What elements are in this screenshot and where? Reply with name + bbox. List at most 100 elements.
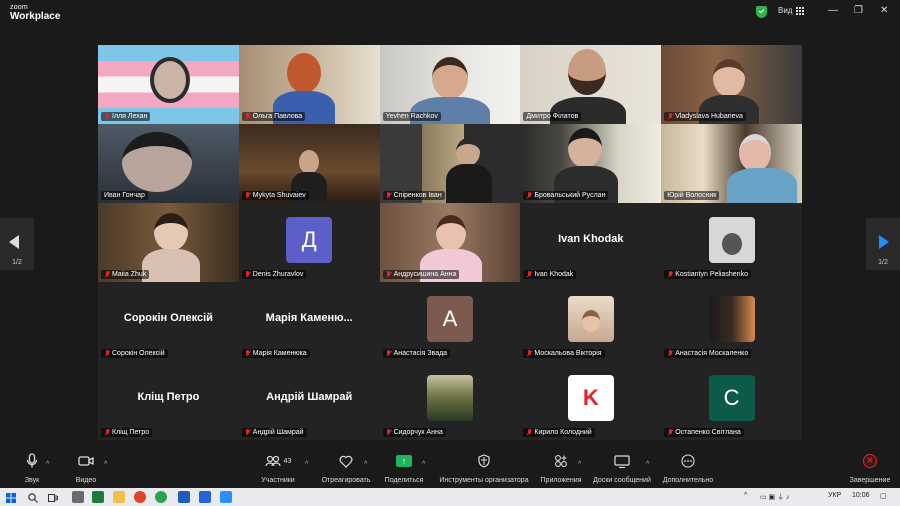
excel-app-icon[interactable] [92,491,104,503]
more-button[interactable]: Дополнительно [660,452,716,484]
participant-tile[interactable]: Андрій Шамрай Андрій Шамрай [238,361,380,440]
file-explorer-app-icon[interactable] [72,491,84,503]
clock[interactable]: 10:06 [852,492,870,499]
participant-label: Бровальський Руслан [523,191,609,200]
prev-page-button[interactable]: 1/2 [0,218,34,270]
word-app-icon[interactable] [178,491,190,503]
participant-tile[interactable]: Москальова Вікторія [520,282,662,361]
participants-count: 43 [283,457,292,465]
end-meeting-button[interactable]: ✕ Завершение [848,452,892,484]
participant-name: Yevhen Rachkov [385,113,438,120]
participant-tile-active-speaker[interactable]: Yevhen Rachkov [379,45,521,124]
participant-name: Denis Zhuravlov [252,271,304,278]
participant-name: Maiia Zhuk [112,271,147,278]
encryption-shield-icon[interactable] [756,6,767,18]
participants-button[interactable]: 43 Участники [258,452,298,484]
participants-label: Участники [261,477,295,484]
participant-tile[interactable]: Ольга Павлова [238,45,380,124]
participant-display-name: Сорокін Олексій [123,312,213,324]
restore-button[interactable]: ❐ [854,5,863,16]
participant-tile[interactable]: Кліщ Петро Кліщ Петро [98,361,239,440]
participant-tile[interactable]: Дмитро Філатов [520,45,662,124]
participant-tile[interactable]: Сорокін Олексій Сорокін Олексій [98,282,239,361]
notifications-icon[interactable]: ▢ [880,492,887,500]
participant-name: Ольга Павлова [252,113,303,120]
participants-options-caret-icon[interactable]: ^ [305,461,308,468]
zoom-window: zoom Workplace Вид — ❐ ✕ 1/2 1/2 Ілля Ле… [0,0,900,506]
participant-tile[interactable]: Иван Гончар [98,124,239,203]
mic-muted-icon [245,429,251,436]
mic-muted-icon [104,350,110,357]
participant-tile[interactable]: Kostiantyn Peliashenko [661,203,802,282]
chrome-app-icon[interactable] [134,491,146,503]
task-view-icon[interactable] [47,491,59,503]
view-button[interactable]: Вид [778,6,805,15]
participant-tile[interactable]: Maiia Zhuk [98,203,239,282]
whiteboards-button[interactable]: Доски сообщений [590,452,654,484]
apps-options-caret-icon[interactable]: ^ [578,461,581,468]
gallery-grid: Ілля Лехан Ольга Павлова Yevhen Rachkov … [98,45,802,440]
close-window-button[interactable]: ✕ [880,5,888,16]
participant-label: Кліщ Петро [101,428,153,437]
participant-tile[interactable]: Ivan Khodak Ivan Khodak [520,203,662,282]
zoom-app-icon[interactable] [220,491,232,503]
folder-app-icon[interactable] [113,491,125,503]
app-icon[interactable] [155,491,167,503]
share-options-caret-icon[interactable]: ^ [422,461,425,468]
search-icon[interactable] [27,491,39,503]
language-indicator[interactable]: УКР [828,492,841,499]
participant-label: Kostiantyn Peliashenko [664,270,751,279]
mic-muted-icon [667,350,673,357]
participant-label: Mykyta Shuvaiev [241,191,309,200]
react-button[interactable]: Отреагировать [320,452,372,484]
participant-label: Yevhen Rachkov [382,112,441,121]
participant-tile[interactable]: Марія Каменю... Марія Каменюка [238,282,380,361]
tray-chevron-icon[interactable]: ^ [744,492,747,499]
participant-tile[interactable]: Юрій Волосник [661,124,802,203]
logo-top: zoom [10,4,28,11]
host-tools-button[interactable]: Инструменты организатора [436,452,532,484]
participant-label: Сидорчук Анна [382,428,446,437]
participant-tile[interactable]: Сидорчук Анна [379,361,521,440]
title-bar: zoom Workplace Вид — ❐ ✕ [0,0,900,26]
whiteboards-options-caret-icon[interactable]: ^ [646,461,649,468]
react-options-caret-icon[interactable]: ^ [364,461,367,468]
audio-options-caret-icon[interactable]: ^ [46,461,49,468]
participant-tile[interactable]: Андрусишина Анна [379,203,521,282]
participant-tile[interactable]: K Кирило Колодний [520,361,662,440]
participant-tile[interactable]: Vladyslava Hubarieva [661,45,802,124]
mic-muted-icon [386,192,392,199]
participant-name: Ілля Лехан [112,113,148,120]
participant-tile[interactable]: Спіренков Іван [379,124,521,203]
participant-name: Анастасія Москаленко [675,350,749,357]
participant-tile[interactable]: Бровальський Руслан [520,124,662,203]
participant-name: Бровальський Руслан [534,192,606,199]
defender-app-icon[interactable] [199,491,211,503]
participant-name: Спіренков Іван [393,192,442,199]
participant-name: Анастасія Звада [393,350,448,357]
participant-tile[interactable]: C Остапенко Світлана [661,361,802,440]
grid-icon [796,6,805,15]
participant-tile[interactable]: Анастасія Москаленко [661,282,802,361]
audio-button[interactable]: Звук [18,452,46,484]
participant-label: Юрій Волосник [664,191,720,200]
participant-tile[interactable]: Mykyta Shuvaiev [238,124,380,203]
next-page-button[interactable]: 1/2 [866,218,900,270]
mic-muted-icon [104,271,110,278]
participant-tile[interactable]: A Анастасія Звада [379,282,521,361]
participant-label: Анастасія Звада [382,349,451,358]
participant-tile[interactable]: Д Denis Zhuravlov [238,203,380,282]
participant-name: Кліщ Петро [112,429,150,436]
participant-label: Андрусишина Анна [382,270,460,279]
participant-display-name: Марія Каменю... [265,312,353,324]
whiteboards-label: Доски сообщений [593,477,651,484]
video-button[interactable]: Видео [72,452,100,484]
tray-icons[interactable]: ▭ ▣ ⏚ ♪ [760,492,790,502]
participant-label: Ілля Лехан [101,112,151,121]
participant-tile[interactable]: Ілля Лехан [98,45,239,124]
apps-button[interactable]: Приложения [538,452,584,484]
video-options-caret-icon[interactable]: ^ [104,461,107,468]
minimize-button[interactable]: — [828,5,838,16]
share-screen-button[interactable]: ↑ Поделиться [382,452,426,484]
windows-start-icon[interactable] [5,491,17,503]
